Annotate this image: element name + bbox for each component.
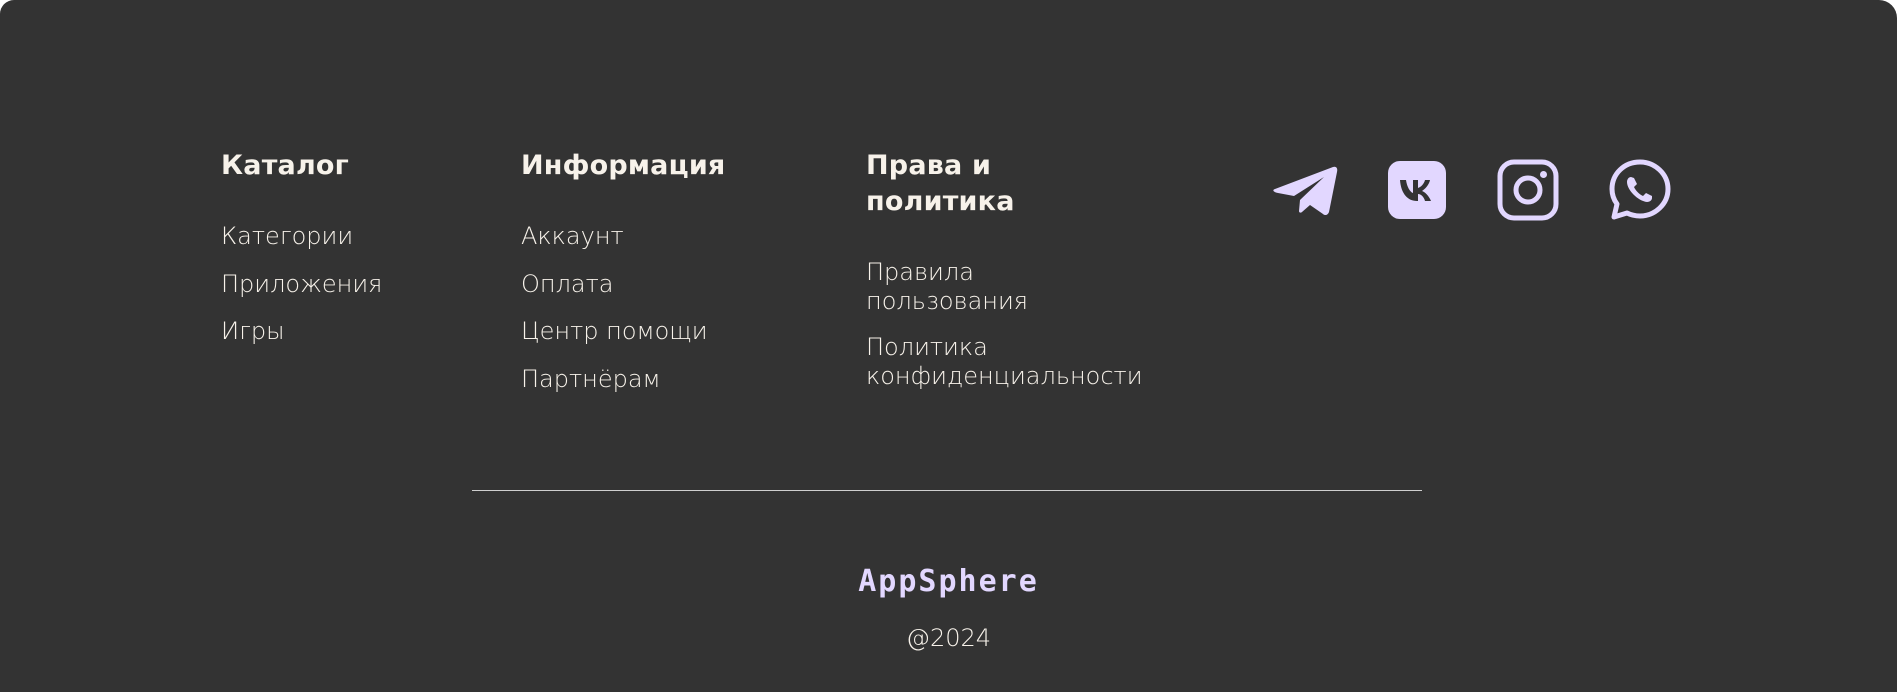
policy-heading-line2: политика [866, 186, 1015, 217]
list-item: Центр помощи [521, 317, 708, 365]
policy-heading-line1: Права и [866, 150, 992, 181]
link-partners[interactable]: Партнёрам [521, 365, 661, 393]
link-games[interactable]: Игры [221, 317, 285, 345]
policy-heading: Права и политика [866, 148, 1166, 220]
whatsapp-link[interactable] [1607, 157, 1673, 223]
instagram-link[interactable] [1495, 157, 1561, 223]
catalog-column: Каталог Категории Приложения Игры [221, 148, 382, 345]
link-terms-of-use[interactable]: Правила пользования [866, 258, 1028, 315]
link-categories[interactable]: Категории [221, 222, 353, 250]
copyright-text: @2024 [905, 624, 992, 652]
catalog-links: Категории Приложения Игры [221, 222, 382, 365]
list-item: Аккаунт [521, 222, 708, 270]
list-item: Правила пользования [866, 258, 1166, 316]
telegram-icon [1273, 166, 1338, 216]
policy-links: Правила пользования Политика конфиденциа… [866, 258, 1166, 408]
telegram-link[interactable] [1272, 157, 1338, 223]
vk-link[interactable] [1384, 157, 1450, 223]
link-account[interactable]: Аккаунт [521, 222, 624, 250]
list-item: Игры [221, 317, 382, 365]
catalog-heading: Каталог [221, 150, 349, 181]
info-links: Аккаунт Оплата Центр помощи Партнёрам [521, 222, 708, 412]
list-item: Категории [221, 222, 382, 270]
list-item: Политика конфиденциальности [866, 333, 1166, 391]
info-heading: Информация [521, 150, 726, 181]
link-payment[interactable]: Оплата [521, 270, 614, 298]
link-help-center[interactable]: Центр помощи [521, 317, 708, 345]
link-terms-line2: пользования [866, 287, 1028, 315]
footer-divider [472, 490, 1422, 491]
policy-column: Права и политика Правила пользования Пол… [866, 148, 1166, 390]
vk-icon [1388, 161, 1446, 219]
list-item: Приложения [221, 270, 382, 318]
link-apps[interactable]: Приложения [221, 270, 382, 298]
site-footer: Каталог Категории Приложения Игры Информ… [0, 0, 1897, 692]
list-item: Оплата [521, 270, 708, 318]
brand-logo[interactable]: AppSphere [0, 564, 1897, 599]
instagram-icon [1497, 159, 1559, 221]
list-item: Партнёрам [521, 365, 708, 413]
link-privacy-policy[interactable]: Политика конфиденциальности [866, 333, 1143, 390]
link-privacy-line1: Политика [866, 333, 988, 361]
whatsapp-icon [1609, 159, 1671, 220]
link-privacy-line2: конфиденциальности [866, 362, 1143, 390]
info-column: Информация Аккаунт Оплата Центр помощи П… [521, 148, 726, 393]
link-terms-line1: Правила [866, 258, 974, 286]
